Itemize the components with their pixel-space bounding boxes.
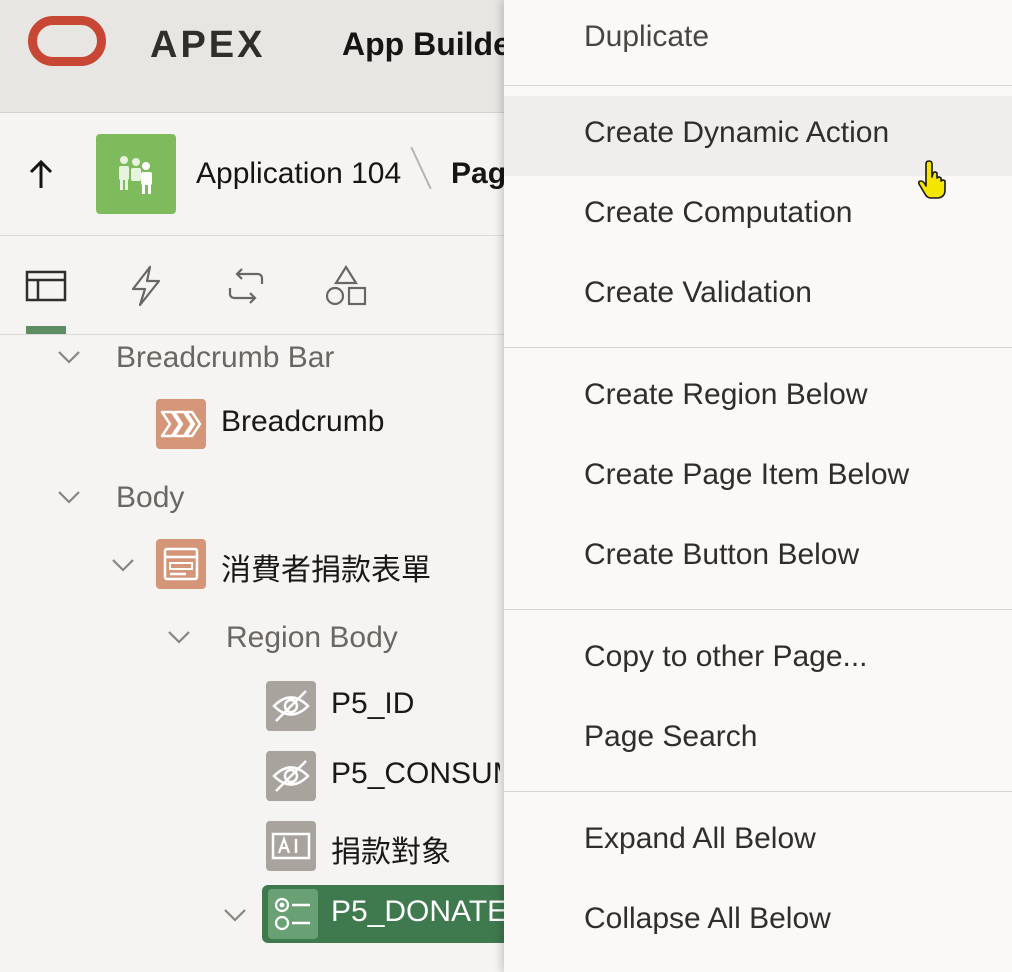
tree-node-form-region[interactable]: 消費者捐款表單 <box>0 539 500 589</box>
menu-item-expand-all-below[interactable]: Expand All Below <box>504 802 1012 882</box>
menu-item-duplicate[interactable]: Duplicate <box>504 0 1012 80</box>
hand-pointer-icon <box>917 160 946 199</box>
apex-brand[interactable]: APEX <box>150 24 265 67</box>
hidden-item-icon <box>266 751 316 801</box>
tree-node-item[interactable]: 捐款對象 <box>0 821 500 871</box>
tree-node-label: Breadcrumb <box>221 405 385 438</box>
context-menu: Duplicate Create Dynamic Action Create C… <box>504 0 1012 972</box>
tree-node-item[interactable]: P5_CONSUM <box>0 751 500 801</box>
tree-node-label: P5_DONATE_ <box>331 895 524 928</box>
shapes-icon[interactable] <box>324 264 368 308</box>
menu-item-label: Page Search <box>584 720 758 753</box>
active-tab-indicator <box>26 326 66 334</box>
menu-divider <box>504 609 1012 610</box>
menu-item-label: Create Page Item Below <box>584 458 910 491</box>
breadcrumb-separator <box>410 146 432 190</box>
menu-item-label: Duplicate <box>584 20 710 53</box>
application-badge[interactable] <box>96 134 176 214</box>
tree-node-breadcrumb-bar[interactable]: Breadcrumb Bar <box>0 335 500 385</box>
tree-node-label: P5_ID <box>331 687 415 720</box>
menu-item-label: Create Computation <box>584 196 853 229</box>
text-field-icon <box>266 821 316 871</box>
tree-node-label: 捐款對象 <box>331 836 451 869</box>
app-builder-title[interactable]: App Builde <box>342 26 511 63</box>
menu-item-label: Create Button Below <box>584 538 860 571</box>
menu-item-create-button-below[interactable]: Create Button Below <box>504 518 1012 598</box>
people-icon <box>119 156 152 194</box>
tree-node-selected-item[interactable]: P5_DONATE_ <box>262 885 524 943</box>
menu-item-label: Create Region Below <box>584 378 868 411</box>
breadcrumb-region-icon <box>156 399 206 449</box>
breadcrumb-application[interactable]: Application 104 <box>196 157 401 191</box>
menu-item-label: Create Validation <box>584 276 812 309</box>
menu-item-create-page-item-below[interactable]: Create Page Item Below <box>504 438 1012 518</box>
menu-item-page-search[interactable]: Page Search <box>504 700 1012 780</box>
chevron-down-icon[interactable] <box>110 555 136 575</box>
layout-icon[interactable] <box>24 264 68 308</box>
menu-item-collapse-all-below[interactable]: Collapse All Below <box>504 882 1012 962</box>
refresh-icon[interactable] <box>224 264 268 308</box>
tree-node-label: P5_CONSUM <box>331 757 500 790</box>
breadcrumb-page[interactable]: Pag <box>451 157 506 191</box>
menu-item-label: Expand All Below <box>584 822 816 855</box>
region-icon <box>156 539 206 589</box>
menu-divider <box>504 791 1012 792</box>
menu-item-label: Copy to other Page... <box>584 640 868 673</box>
chevron-down-icon[interactable] <box>56 487 82 507</box>
menu-item-create-validation[interactable]: Create Validation <box>504 256 1012 336</box>
tree-node-body[interactable]: Body <box>0 475 500 525</box>
menu-divider <box>504 347 1012 348</box>
hidden-item-icon <box>266 681 316 731</box>
tree-node-label: 消費者捐款表單 <box>221 554 431 587</box>
tree-node-label: Region Body <box>226 621 398 654</box>
oracle-logo[interactable] <box>28 16 106 66</box>
chevron-down-icon[interactable] <box>222 905 248 925</box>
tree-node-breadcrumb[interactable]: Breadcrumb <box>0 399 500 449</box>
menu-item-label: Create Dynamic Action <box>584 116 890 149</box>
chevron-down-icon[interactable] <box>166 627 192 647</box>
chevron-down-icon[interactable] <box>56 347 82 367</box>
menu-item-copy-to-other-page[interactable]: Copy to other Page... <box>504 620 1012 700</box>
menu-item-create-region-below[interactable]: Create Region Below <box>504 358 1012 438</box>
menu-divider <box>504 85 1012 86</box>
tree-node-item[interactable]: P5_ID <box>0 681 500 731</box>
tree-node-label: Breadcrumb Bar <box>116 341 335 374</box>
radio-group-icon <box>268 889 318 939</box>
tree-node-region-body[interactable]: Region Body <box>0 615 500 665</box>
menu-item-label: Collapse All Below <box>584 902 831 935</box>
tree-node-label: Body <box>116 481 185 514</box>
lightning-icon[interactable] <box>124 264 168 308</box>
up-arrow-icon[interactable] <box>26 158 56 192</box>
